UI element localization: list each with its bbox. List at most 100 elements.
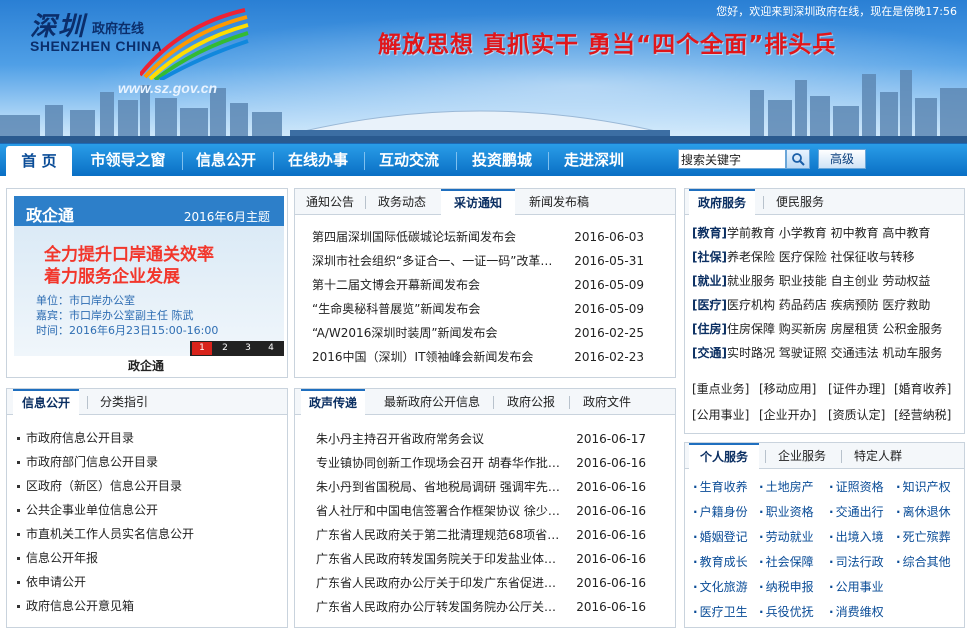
tab-interview-notices[interactable]: 采访通知 [441,189,515,216]
nav-investment[interactable]: 投资鹏城 [462,144,542,177]
gov-service-category[interactable]: [住房] [692,322,727,336]
news-row: “A/W2016深圳时装周”新闻发布会 2016-02-25 [312,321,644,345]
gov-service-tag[interactable]: [婚育收养] [894,377,951,401]
news-title[interactable]: 广东省人民政府办公厅转发国务院办公厅关于… [316,595,566,619]
gov-service-items[interactable]: 学前教育 小学教育 初中教育 高中教育 [727,226,930,240]
personal-service-link[interactable]: 死亡殡葬 [896,528,951,545]
personal-service-link[interactable]: 文化旅游 [693,578,748,595]
news-title[interactable]: 朱小丹主持召开省政府常务会议 [316,427,566,451]
nav-online-services[interactable]: 在线办事 [278,144,358,177]
tab-divider [763,196,764,209]
gov-service-tag[interactable]: [重点业务] [692,377,749,401]
tab-gov-documents[interactable]: 政府文件 [574,389,640,415]
gov-service-items[interactable]: 医疗机构 药品药店 疾病预防 医疗救助 [727,298,930,312]
personal-service-link[interactable]: 教育成长 [693,553,748,570]
gov-service-items[interactable]: 就业服务 职业技能 自主创业 劳动权益 [727,274,930,288]
personal-service-link[interactable]: 生育收养 [693,478,748,495]
zqt-page-2[interactable]: 2 [215,342,235,355]
info-link[interactable]: 区政府（新区）信息公开目录 [16,474,182,498]
info-link[interactable]: 依申请公开 [16,570,86,594]
nav-home[interactable]: 首 页 [6,146,72,177]
tab-convenience-service[interactable]: 便民服务 [767,189,833,215]
gov-service-items[interactable]: 实时路况 驾驶证照 交通违法 机动车服务 [727,346,942,360]
news-title[interactable]: “A/W2016深圳时装周”新闻发布会 [312,321,564,345]
news-title[interactable]: 第十二届文博会开幕新闻发布会 [312,273,564,297]
tab-gov-gazette[interactable]: 政府公报 [498,389,564,415]
personal-service-link[interactable]: 司法行政 [829,553,884,570]
tab-notices[interactable]: 通知公告 [299,189,361,215]
personal-service-link[interactable]: 纳税申报 [759,578,814,595]
gov-service-items[interactable]: 养老保险 医疗保险 社保征收与转移 [727,250,915,264]
news-title[interactable]: 2016中国（深圳）IT领袖峰会新闻发布会 [312,345,564,369]
advanced-search-button[interactable]: 高级 [818,149,866,169]
news-title[interactable]: 广东省人民政府关于第二批清理规范68项省政… [316,523,566,547]
gov-service-tag[interactable]: [经营纳税] [894,403,951,427]
gov-service-tag[interactable]: [资质认定] [828,403,885,427]
personal-service-link[interactable]: 劳动就业 [759,528,814,545]
gov-service-tag[interactable]: [移动应用] [759,377,816,401]
personal-service-link[interactable]: 离休退休 [896,503,951,520]
info-link[interactable]: 信息公开年报 [16,546,98,570]
personal-service-link[interactable]: 消费维权 [829,603,884,620]
tab-personal-service[interactable]: 个人服务 [689,443,759,470]
tab-gov-news[interactable]: 政务动态 [369,189,435,215]
gov-service-category[interactable]: [教育] [692,226,727,240]
news-title[interactable]: 省人社厅和中国电信签署合作框架协议 徐少华… [316,499,566,523]
gov-service-tag[interactable]: [企业开办] [759,403,816,427]
tab-gov-service[interactable]: 政府服务 [689,189,755,216]
gov-service-category[interactable]: [社保] [692,250,727,264]
news-title[interactable]: 朱小丹到省国税局、省地税局调研 强调牢先完… [316,475,566,499]
news-title[interactable]: “生命奥秘科普展览”新闻发布会 [312,297,564,321]
info-link[interactable]: 市政府部门信息公开目录 [16,450,158,474]
news-date: 2016-05-09 [574,278,644,292]
gov-service-items[interactable]: 住房保障 购买新房 房屋租赁 公积金服务 [727,322,942,336]
tab-gov-voice[interactable]: 政声传递 [301,389,365,416]
gov-service-category[interactable]: [就业] [692,274,727,288]
personal-service-link[interactable]: 出境入境 [829,528,884,545]
gov-service-category[interactable]: [交通] [692,346,727,360]
tab-latest-public-info[interactable]: 最新政府公开信息 [377,389,487,415]
nav-interaction[interactable]: 互动交流 [369,144,449,177]
tab-info-disclosure[interactable]: 信息公开 [13,389,79,416]
tab-category-guide[interactable]: 分类指引 [91,389,157,415]
zqt-banner[interactable]: 政企通 2016年6月主题 全力提升口岸通关效率 着力服务企业发展 单位：市口岸… [14,196,284,356]
info-link[interactable]: 政府信息公开意见箱 [16,594,134,618]
gov-service-tag[interactable]: [证件办理] [828,377,885,401]
personal-service-link[interactable]: 婚姻登记 [693,528,748,545]
news-date: 2016-06-16 [576,504,646,518]
news-title[interactable]: 第四届深圳国际低碳城论坛新闻发布会 [312,225,564,249]
news-title[interactable]: 广东省人民政府办公厅关于印发广东省促进社… [316,571,566,595]
info-link[interactable]: 公共企事业单位信息公开 [16,498,158,522]
tab-special-groups[interactable]: 特定人群 [845,443,911,469]
gov-service-category[interactable]: [医疗] [692,298,727,312]
nav-info-disclosure[interactable]: 信息公开 [186,144,266,177]
personal-service-link[interactable]: 综合其他 [896,553,951,570]
personal-service-link[interactable]: 证照资格 [829,478,884,495]
personal-service-link[interactable]: 户籍身份 [693,503,748,520]
news-title[interactable]: 广东省人民政府转发国务院关于印发盐业体制… [316,547,566,571]
personal-service-link[interactable]: 土地房产 [759,478,814,495]
tab-press-releases[interactable]: 新闻发布稿 [521,189,597,215]
personal-service-link[interactable]: 交通出行 [829,503,884,520]
personal-service-link[interactable]: 知识产权 [896,478,951,495]
zqt-page-4[interactable]: 4 [261,342,281,355]
personal-service-link[interactable]: 职业资格 [759,503,814,520]
personal-service-link[interactable]: 公用事业 [829,578,884,595]
news-title[interactable]: 深圳市社会组织“多证合一、一证一码”改革… [312,249,564,273]
gov-service-tag[interactable]: [公用事业] [692,403,749,427]
info-link[interactable]: 市直机关工作人员实名信息公开 [16,522,194,546]
news-date: 2016-02-25 [574,326,644,340]
news-title[interactable]: 专业镇协同创新工作现场会召开 胡春华作批示… [316,451,566,475]
nav-leaders[interactable]: 市领导之窗 [80,144,176,177]
search-input[interactable] [679,150,785,168]
personal-service-link[interactable]: 社会保障 [759,553,814,570]
personal-service-link[interactable]: 兵役优抚 [759,603,814,620]
nav-explore-shenzhen[interactable]: 走进深圳 [554,144,634,177]
zqt-page-3[interactable]: 3 [238,342,258,355]
personal-service-link[interactable]: 医疗卫生 [693,603,748,620]
tab-enterprise-service[interactable]: 企业服务 [769,443,835,469]
zqt-caption[interactable]: 政企通 [128,357,164,374]
zqt-page-1[interactable]: 1 [192,342,212,355]
info-link[interactable]: 市政府信息公开目录 [16,426,134,450]
search-button[interactable] [786,149,810,169]
